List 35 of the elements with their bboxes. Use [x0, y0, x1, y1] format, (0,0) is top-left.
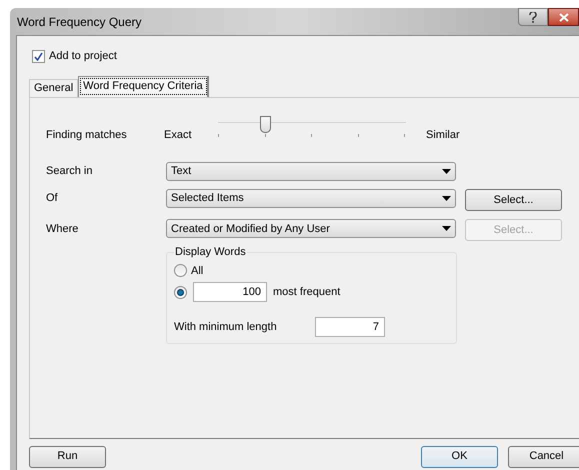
help-button[interactable]	[518, 8, 548, 26]
checkbox-label: Add to project	[49, 49, 117, 64]
caret-icon	[442, 196, 451, 202]
dialog-button[interactable]: Cancel	[508, 446, 579, 468]
group-title: Display Words	[174, 245, 247, 260]
min-length-field[interactable]: 7	[315, 317, 385, 337]
slider-max-label: Similar	[426, 128, 460, 142]
field-label: Of	[46, 191, 59, 206]
close-button[interactable]	[548, 8, 579, 26]
count-field[interactable]: 100	[193, 282, 267, 302]
slider-min-label: Exact	[164, 128, 193, 142]
field-label: Search in	[46, 164, 94, 179]
dialog-button[interactable]: OK	[421, 446, 498, 468]
checkbox[interactable]	[32, 50, 45, 63]
dropdown[interactable]: Text	[166, 162, 456, 180]
radio-button[interactable]	[174, 264, 187, 278]
dropdown[interactable]: Selected Items	[166, 189, 456, 208]
radio-label: most frequent	[273, 284, 340, 300]
close-icon	[558, 12, 568, 22]
radio-label: All	[191, 264, 204, 278]
window-title: Word Frequency Query	[17, 14, 142, 30]
tab[interactable]: Word Frequency Criteria	[78, 76, 209, 96]
field-label: With minimum length	[174, 320, 278, 335]
radio-button[interactable]	[174, 286, 187, 298]
dropdown[interactable]: Created or Modified by Any User	[166, 219, 456, 238]
caret-icon	[442, 226, 451, 232]
dialog-button[interactable]: Run	[29, 446, 106, 468]
tab[interactable]: General	[29, 78, 78, 96]
select-button[interactable]: Select...	[465, 188, 562, 211]
help-icon	[529, 12, 537, 22]
caret-icon	[442, 168, 451, 174]
slider-thumb[interactable]	[260, 116, 270, 132]
field-label: Finding matches	[46, 128, 128, 142]
field-label: Where	[46, 222, 80, 237]
checkmark-icon	[34, 52, 43, 61]
